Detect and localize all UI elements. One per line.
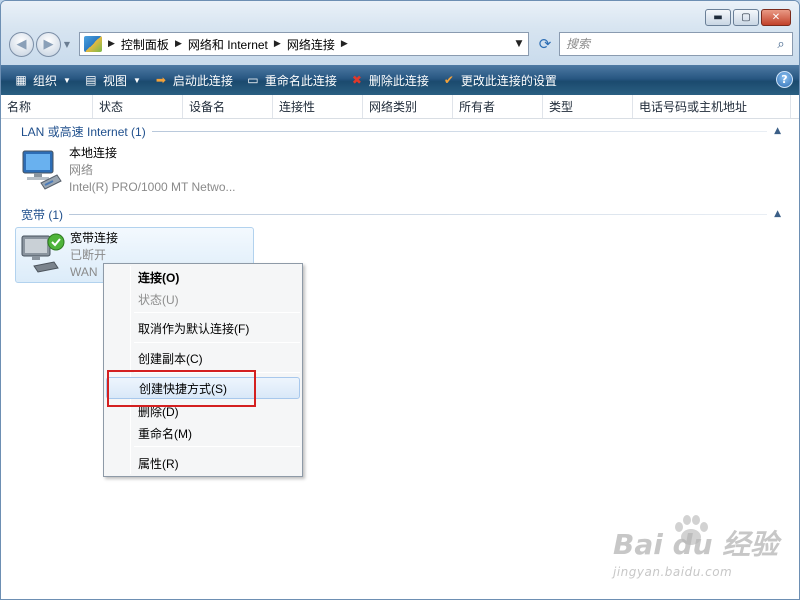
views-label: 视图 [102, 73, 127, 88]
annotation-highlight-box [107, 370, 256, 407]
chevron-down-icon: ▼ [63, 40, 71, 49]
forward-button[interactable]: ▶ [36, 32, 61, 57]
views-button[interactable]: ▤ 视图 ▼ [83, 72, 141, 89]
maximize-icon: ▢ [741, 11, 751, 23]
organize-button[interactable]: ▦ 组织 ▼ [13, 72, 71, 89]
organize-icon: ▦ [15, 73, 27, 87]
group-divider [69, 213, 767, 215]
recent-pages-button[interactable]: ▼ [61, 40, 73, 49]
start-icon: ➡ [155, 73, 166, 87]
collapse-icon[interactable]: ▲ [767, 209, 781, 219]
caption-buttons: ▬ ▢ ✕ [705, 9, 791, 26]
back-button[interactable]: ◀ [9, 32, 34, 57]
start-connection-label: 启动此连接 [172, 73, 233, 88]
close-icon: ✕ [771, 11, 781, 23]
refresh-button[interactable]: ⟳ [533, 32, 557, 56]
group-header-broadband[interactable]: 宽带 (1) ▲ [21, 206, 781, 222]
menu-separator [134, 446, 300, 447]
control-panel-icon [84, 36, 102, 52]
column-headers: 名称 状态 设备名 连接性 网络类别 所有者 类型 电话号码或主机地址 [1, 95, 799, 119]
command-toolbar: ▦ 组织 ▼ ▤ 视图 ▼ ➡ 启动此连接 ▭ 重命名此连接 ✖ 删除此连接 ✔… [1, 65, 799, 95]
menu-item-rename[interactable]: 重命名(M) [106, 422, 300, 444]
column-header-name[interactable]: 名称 [1, 95, 93, 118]
address-dropdown-button[interactable]: ▼ [510, 33, 528, 55]
column-header-phone-host[interactable]: 电话号码或主机地址 [633, 95, 791, 118]
column-header-status[interactable]: 状态 [93, 95, 183, 118]
delete-connection-label: 删除此连接 [368, 73, 429, 88]
organize-label: 组织 [33, 73, 58, 88]
watermark-url: jingyan.baidu.com [613, 565, 733, 579]
search-box: ⌕ [559, 32, 793, 56]
search-icon[interactable]: ⌕ [770, 37, 792, 52]
menu-item-properties[interactable]: 属性(R) [106, 452, 300, 474]
menu-item-status[interactable]: 状态(U) [106, 288, 300, 310]
start-connection-button[interactable]: ➡ 启动此连接 [153, 72, 233, 89]
breadcrumb-arrow-icon[interactable]: ▶ [274, 39, 281, 49]
breadcrumb-arrow-icon[interactable]: ▶ [341, 39, 348, 49]
column-header-network-category[interactable]: 网络类别 [363, 95, 453, 118]
change-settings-button[interactable]: ✔ 更改此连接的设置 [441, 72, 557, 89]
delete-connection-button[interactable]: ✖ 删除此连接 [349, 72, 429, 89]
search-input[interactable] [560, 37, 770, 51]
rename-icon: ▭ [247, 73, 259, 87]
back-arrow-icon: ◀ [16, 37, 27, 52]
menu-separator [134, 312, 300, 313]
network-adapter-icon [22, 150, 62, 190]
menu-item-connect[interactable]: 连接(O) [106, 266, 300, 288]
breadcrumb-network-connections[interactable]: 网络连接 [287, 36, 335, 53]
help-icon: ? [781, 73, 788, 86]
connection-status: 已断开 [70, 248, 107, 262]
menu-item-create-copy[interactable]: 创建副本(C) [106, 347, 300, 369]
rename-connection-button[interactable]: ▭ 重命名此连接 [245, 72, 337, 89]
column-header-owner[interactable]: 所有者 [453, 95, 543, 118]
group-title: 宽带 (1) [21, 207, 64, 222]
chevron-down-icon: ▼ [63, 75, 71, 85]
breadcrumb-network-internet[interactable]: 网络和 Internet [188, 36, 268, 53]
collapse-icon[interactable]: ▲ [767, 126, 781, 136]
rename-connection-label: 重命名此连接 [264, 73, 337, 88]
breadcrumb-arrow-icon[interactable]: ▶ [108, 39, 115, 49]
views-icon: ▤ [85, 73, 97, 87]
connection-status: 网络 [69, 163, 94, 177]
breadcrumb-control-panel[interactable]: 控制面板 [121, 36, 169, 53]
column-header-connectivity[interactable]: 连接性 [273, 95, 363, 118]
baidu-watermark: Bai du 经验 jingyan.baidu.com [613, 513, 783, 585]
help-button[interactable]: ? [776, 71, 793, 88]
connection-name: 宽带连接 [70, 231, 119, 245]
chevron-down-icon: ▼ [132, 75, 141, 85]
group-header-lan[interactable]: LAN 或高速 Internet (1) ▲ [21, 123, 781, 139]
list-item-local-connection[interactable]: 本地连接 网络 Intel(R) PRO/1000 MT Netwo... [15, 143, 254, 199]
network-connections-window: ▬ ▢ ✕ ◀ ▶ ▼ ▶ 控制面板 ▶ 网络和 Internet ▶ 网络连接… [0, 0, 800, 600]
watermark-title: Bai du 经验 [613, 528, 779, 561]
refresh-icon: ⟳ [538, 35, 552, 53]
forward-arrow-icon: ▶ [43, 37, 54, 52]
connection-name: 本地连接 [69, 146, 118, 160]
group-divider [151, 130, 767, 132]
close-button[interactable]: ✕ [761, 9, 791, 26]
broadband-modem-icon [21, 233, 65, 273]
address-bar[interactable]: ▶ 控制面板 ▶ 网络和 Internet ▶ 网络连接 ▶ ▼ [79, 32, 529, 56]
minimize-button[interactable]: ▬ [705, 9, 731, 26]
column-header-type[interactable]: 类型 [543, 95, 633, 118]
menu-item-unset-default[interactable]: 取消作为默认连接(F) [106, 317, 300, 339]
delete-icon: ✖ [351, 73, 362, 87]
navigation-row: ◀ ▶ ▼ ▶ 控制面板 ▶ 网络和 Internet ▶ 网络连接 ▶ ▼ ⟳… [9, 31, 793, 58]
group-title: LAN 或高速 Internet (1) [21, 124, 146, 139]
maximize-button[interactable]: ▢ [733, 9, 759, 26]
menu-separator [134, 342, 300, 343]
change-settings-label: 更改此连接的设置 [460, 73, 557, 88]
title-bar: ▬ ▢ ✕ ◀ ▶ ▼ ▶ 控制面板 ▶ 网络和 Internet ▶ 网络连接… [1, 1, 799, 65]
breadcrumb-arrow-icon[interactable]: ▶ [175, 39, 182, 49]
check-icon: ✔ [443, 73, 454, 87]
column-header-device[interactable]: 设备名 [183, 95, 273, 118]
chevron-down-icon: ▼ [515, 39, 523, 49]
minimize-icon: ▬ [713, 11, 723, 23]
connection-device: Intel(R) PRO/1000 MT Netwo... [69, 180, 236, 194]
item-text: 本地连接 网络 Intel(R) PRO/1000 MT Netwo... [69, 145, 236, 196]
